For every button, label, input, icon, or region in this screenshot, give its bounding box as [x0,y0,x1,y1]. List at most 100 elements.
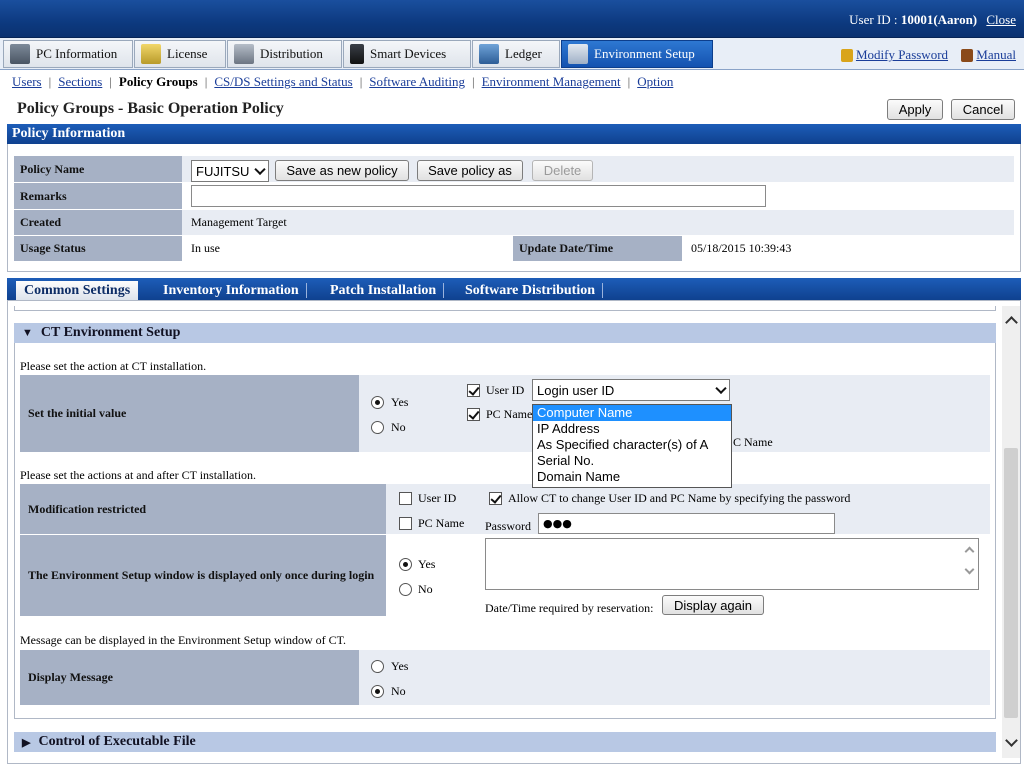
pc-icon [10,44,30,64]
set-initial-value-label: Set the initial value [20,375,359,453]
initial-user-id-label: User ID [486,383,525,397]
initial-yes-radio[interactable] [371,396,384,409]
restrict-pc-name-label: PC Name [418,516,465,530]
display-again-button[interactable]: Display again [662,595,764,615]
tab-license[interactable]: License [134,40,226,68]
tab-divider [305,283,307,298]
chevron-down-icon [254,163,266,176]
tab-label: License [167,46,208,61]
tab-label: Software Distribution [465,282,596,298]
policy-information-header: Policy Information [7,124,1021,144]
dropdown-option-computer-name[interactable]: Computer Name [533,405,731,421]
subnav-users[interactable]: Users [12,74,42,89]
tab-patch-installation[interactable]: Patch Installation [330,281,445,300]
policy-name-select[interactable]: FUJITSU [191,160,269,182]
pc-name-dropdown-list[interactable]: Computer Name IP Address As Specified ch… [532,404,732,488]
dropdown-option-domain-name[interactable]: Domain Name [533,469,731,485]
datetime-required-label: Date/Time required by reservation: [485,601,654,615]
tab-label: Ledger [505,46,542,61]
display-message-yes-radio[interactable] [371,660,384,673]
user-id-select-value: Login user ID [537,382,615,398]
book-icon [961,48,974,62]
subnav-software-auditing[interactable]: Software Auditing [369,74,465,89]
tab-label: Environment Setup [594,46,695,61]
message-textarea[interactable] [485,538,979,590]
collapse-triangle-icon: ▼ [22,327,33,339]
initial-pc-name-checkbox[interactable] [467,408,480,421]
remarks-label: Remarks [14,183,182,209]
dropdown-option-serial-no[interactable]: Serial No. [533,453,731,469]
close-link[interactable]: Close [986,12,1016,27]
cancel-button[interactable]: Cancel [951,99,1015,120]
policy-name-label: Policy Name [14,156,182,182]
initial-no-label: No [391,420,406,434]
chevron-down-icon [715,382,727,395]
update-datetime-value: 05/18/2015 10:39:43 [682,236,1014,261]
tab-ledger[interactable]: Ledger [472,40,560,68]
tab-environment-setup[interactable]: Environment Setup [561,40,713,68]
dropdown-option-specified-chars[interactable]: As Specified character(s) of A [533,437,731,453]
env-window-yes-label: Yes [418,557,436,571]
save-as-new-policy-button[interactable]: Save as new policy [275,160,409,181]
allow-ct-change-label: Allow CT to change User ID and PC Name b… [508,491,851,505]
tab-pc-information[interactable]: PC Information [3,40,133,68]
subnav-sections[interactable]: Sections [58,74,102,89]
tab-label: Distribution [260,46,323,61]
ledger-icon [479,44,499,64]
created-value: Management Target [182,210,1014,235]
env-window-no-radio[interactable] [399,583,412,596]
password-label: Password [485,519,532,533]
save-policy-as-button[interactable]: Save policy as [417,160,523,181]
apply-button[interactable]: Apply [887,99,943,120]
tab-label: Smart Devices [370,46,447,61]
password-input[interactable]: ●●● [538,513,835,534]
subnav-environment-management[interactable]: Environment Management [482,74,621,89]
executable-file-control-header[interactable]: ▶ Control of Executable File [14,732,996,752]
modify-password-link[interactable]: Modify Password [856,47,948,63]
message-display-note: Message can be displayed in the Environm… [20,633,347,647]
delete-button[interactable]: Delete [532,160,593,181]
tab-common-settings[interactable]: Common Settings [16,281,139,300]
remarks-input[interactable] [191,185,766,207]
created-label: Created [14,210,182,235]
display-message-yes-label: Yes [391,659,409,673]
user-id-select[interactable]: Login user ID [532,379,730,401]
initial-no-radio[interactable] [371,421,384,434]
user-id-value: 10001(Aaron) [900,12,978,27]
initial-user-id-checkbox[interactable] [467,384,480,397]
ct-environment-setup-header[interactable]: ▼ CT Environment Setup [14,323,996,343]
after-install-note: Please set the actions at and after CT i… [20,468,257,482]
smart-device-icon [350,44,364,64]
modify-password-link-wrap[interactable]: Modify Password [840,47,948,63]
env-window-no-label: No [418,582,433,596]
tab-distribution[interactable]: Distribution [227,40,342,68]
sub-navigation: Users | Sections | Policy Groups | CS/DS Setti… [12,74,674,89]
section-title: CT Environment Setup [40,325,181,340]
restrict-user-id-label: User ID [418,491,457,505]
usage-status-value: In use [182,236,512,261]
restrict-pc-name-checkbox[interactable] [399,517,412,530]
manual-link-wrap[interactable]: Manual [961,47,1016,63]
display-message-label: Display Message [20,650,359,706]
allow-ct-change-checkbox[interactable] [489,492,502,505]
page-title: Policy Groups - Basic Operation Policy [17,100,284,117]
subnav-option[interactable]: Option [637,74,673,89]
display-message-no-radio[interactable] [371,685,384,698]
dropdown-option-ip-address[interactable]: IP Address [533,421,731,437]
install-action-note: Please set the action at CT installation… [20,359,207,373]
policy-name-value: FUJITSU [196,163,250,179]
tab-software-distribution[interactable]: Software Distribution [465,281,604,300]
tab-smart-devices[interactable]: Smart Devices [343,40,471,68]
tab-label: Patch Installation [330,282,437,298]
tools-icon [568,44,588,64]
tab-inventory-information[interactable]: Inventory Information [163,281,307,300]
manual-link[interactable]: Manual [976,47,1016,63]
display-message-no-label: No [391,684,406,698]
env-window-yes-radio[interactable] [399,558,412,571]
tab-divider [443,283,445,298]
scrollbar-thumb[interactable] [1004,448,1018,718]
subnav-csds-settings[interactable]: CS/DS Settings and Status [214,74,352,89]
restrict-user-id-checkbox[interactable] [399,492,412,505]
license-icon [141,44,161,64]
update-datetime-label: Update Date/Time [513,236,682,261]
